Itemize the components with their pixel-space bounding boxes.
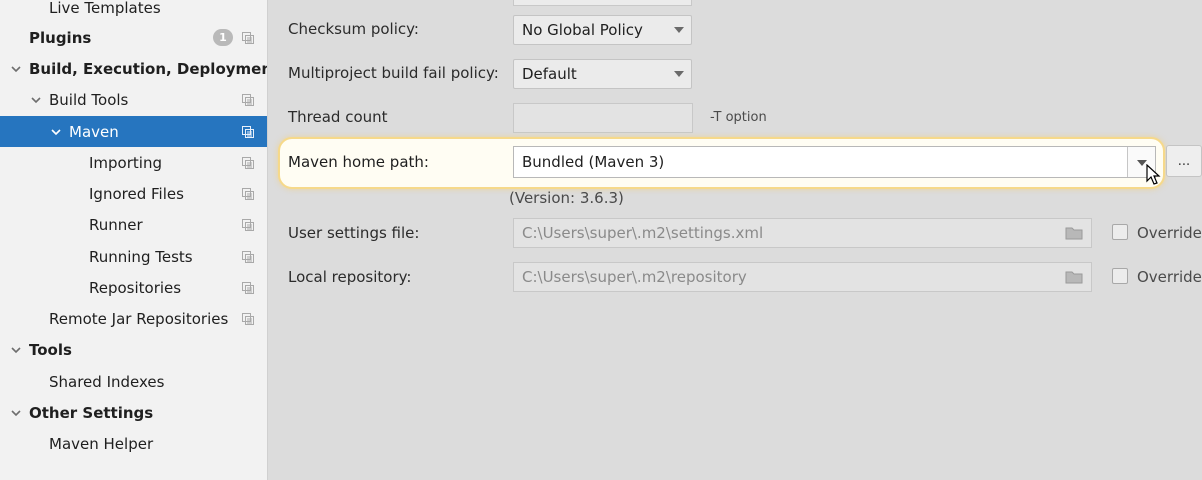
sidebar-item-maven[interactable]: Maven [0,116,267,147]
checksum-policy-select[interactable]: No Global Policy [513,15,692,45]
maven-home-value: Bundled (Maven 3) [522,153,665,171]
sidebar-item-other-settings[interactable]: Other Settings [0,397,267,428]
user-settings-override-label: Override [1137,224,1202,242]
project-settings-icon [241,93,255,107]
sidebar-item-label: Maven Helper [49,434,154,453]
sidebar-item-label: Remote Jar Repositories [49,309,229,328]
sidebar-item-label: Running Tests [89,247,193,266]
fail-policy-value: Default [522,65,577,83]
sidebar-item-tools[interactable]: Tools [0,334,267,365]
chevron-down-icon[interactable] [10,63,22,75]
sidebar-item-maven-helper[interactable]: Maven Helper [0,428,267,459]
sidebar-item-runner[interactable]: Runner [0,209,267,240]
folder-icon[interactable] [1065,225,1083,241]
sidebar-item-build-execution-deployment[interactable]: Build, Execution, Deployment [0,53,267,84]
sidebar-item-importing[interactable]: Importing [0,147,267,178]
local-repository-override-label: Override [1137,268,1202,286]
project-settings-icon [241,156,255,170]
project-settings-icon [241,218,255,232]
sidebar-item-label: Build Tools [49,90,129,109]
local-repository-override-checkbox[interactable] [1112,268,1128,284]
chevron-down-icon [674,27,684,33]
user-settings-label: User settings file: [288,224,420,242]
chevron-down-icon [674,71,684,77]
settings-tree: Live Templates Plugins 1 Build, Execution, … [0,0,268,480]
local-repository-label: Local repository: [288,268,412,286]
sidebar-item-label: Repositories [89,278,182,297]
sidebar-item-label: Live Templates [49,0,161,17]
project-settings-icon [241,281,255,295]
sidebar-item-repositories[interactable]: Repositories [0,272,267,303]
maven-settings-panel: Checksum policy: No Global Policy Multip… [269,0,1202,480]
sidebar-item-label: Shared Indexes [49,372,165,391]
sidebar-item-label: Maven [69,122,119,141]
folder-icon[interactable] [1065,269,1083,285]
sidebar-item-label: Ignored Files [89,184,184,203]
sidebar-item-shared-indexes[interactable]: Shared Indexes [0,366,267,397]
sidebar-item-label: Plugins [29,28,92,47]
project-settings-icon [241,31,255,45]
user-settings-input[interactable]: C:\Users\super\.m2\settings.xml [513,218,1092,248]
sidebar-item-label: Importing [89,153,162,172]
update-count-badge: 1 [213,29,233,46]
sidebar-item-label: Other Settings [29,403,154,422]
fail-policy-select[interactable]: Default [513,59,692,89]
sidebar-item-label: Tools [29,340,72,359]
fail-policy-label: Multiproject build fail policy: [288,64,499,82]
sidebar-item-ignored-files[interactable]: Ignored Files [0,178,267,209]
project-settings-icon [241,250,255,264]
browse-button[interactable]: ... [1166,145,1202,177]
local-repository-input[interactable]: C:\Users\super\.m2\repository [513,262,1092,292]
chevron-down-icon[interactable] [10,344,22,356]
mouse-cursor-icon [1146,164,1161,185]
project-settings-icon [241,125,255,139]
maven-version-text: (Version: 3.6.3) [509,189,624,207]
local-repository-value: C:\Users\super\.m2\repository [522,268,747,286]
chevron-down-icon[interactable] [30,94,42,106]
thread-count-label: Thread count [288,108,388,126]
user-settings-override-checkbox[interactable] [1112,224,1128,240]
thread-count-input[interactable] [513,103,693,133]
chevron-down-icon[interactable] [10,407,22,419]
sidebar-item-build-tools[interactable]: Build Tools [0,84,267,115]
sidebar-item-live-templates[interactable]: Live Templates [0,0,267,23]
thread-option-hint: -T option [710,110,767,125]
sidebar-item-running-tests[interactable]: Running Tests [0,241,267,272]
chevron-down-icon[interactable] [50,126,62,138]
sidebar-item-label: Runner [89,215,143,234]
sidebar-item-label: Build, Execution, Deployment [29,59,268,78]
sidebar-item-plugins[interactable]: Plugins 1 [0,22,267,53]
top-partial-field [513,0,692,6]
maven-home-select[interactable]: Bundled (Maven 3) [513,146,1156,178]
user-settings-value: C:\Users\super\.m2\settings.xml [522,224,764,242]
checksum-policy-label: Checksum policy: [288,20,419,38]
checksum-policy-value: No Global Policy [522,21,643,39]
sidebar-item-remote-jar-repositories[interactable]: Remote Jar Repositories [0,303,267,334]
maven-home-label: Maven home path: [288,153,429,171]
project-settings-icon [241,312,255,326]
project-settings-icon [241,187,255,201]
